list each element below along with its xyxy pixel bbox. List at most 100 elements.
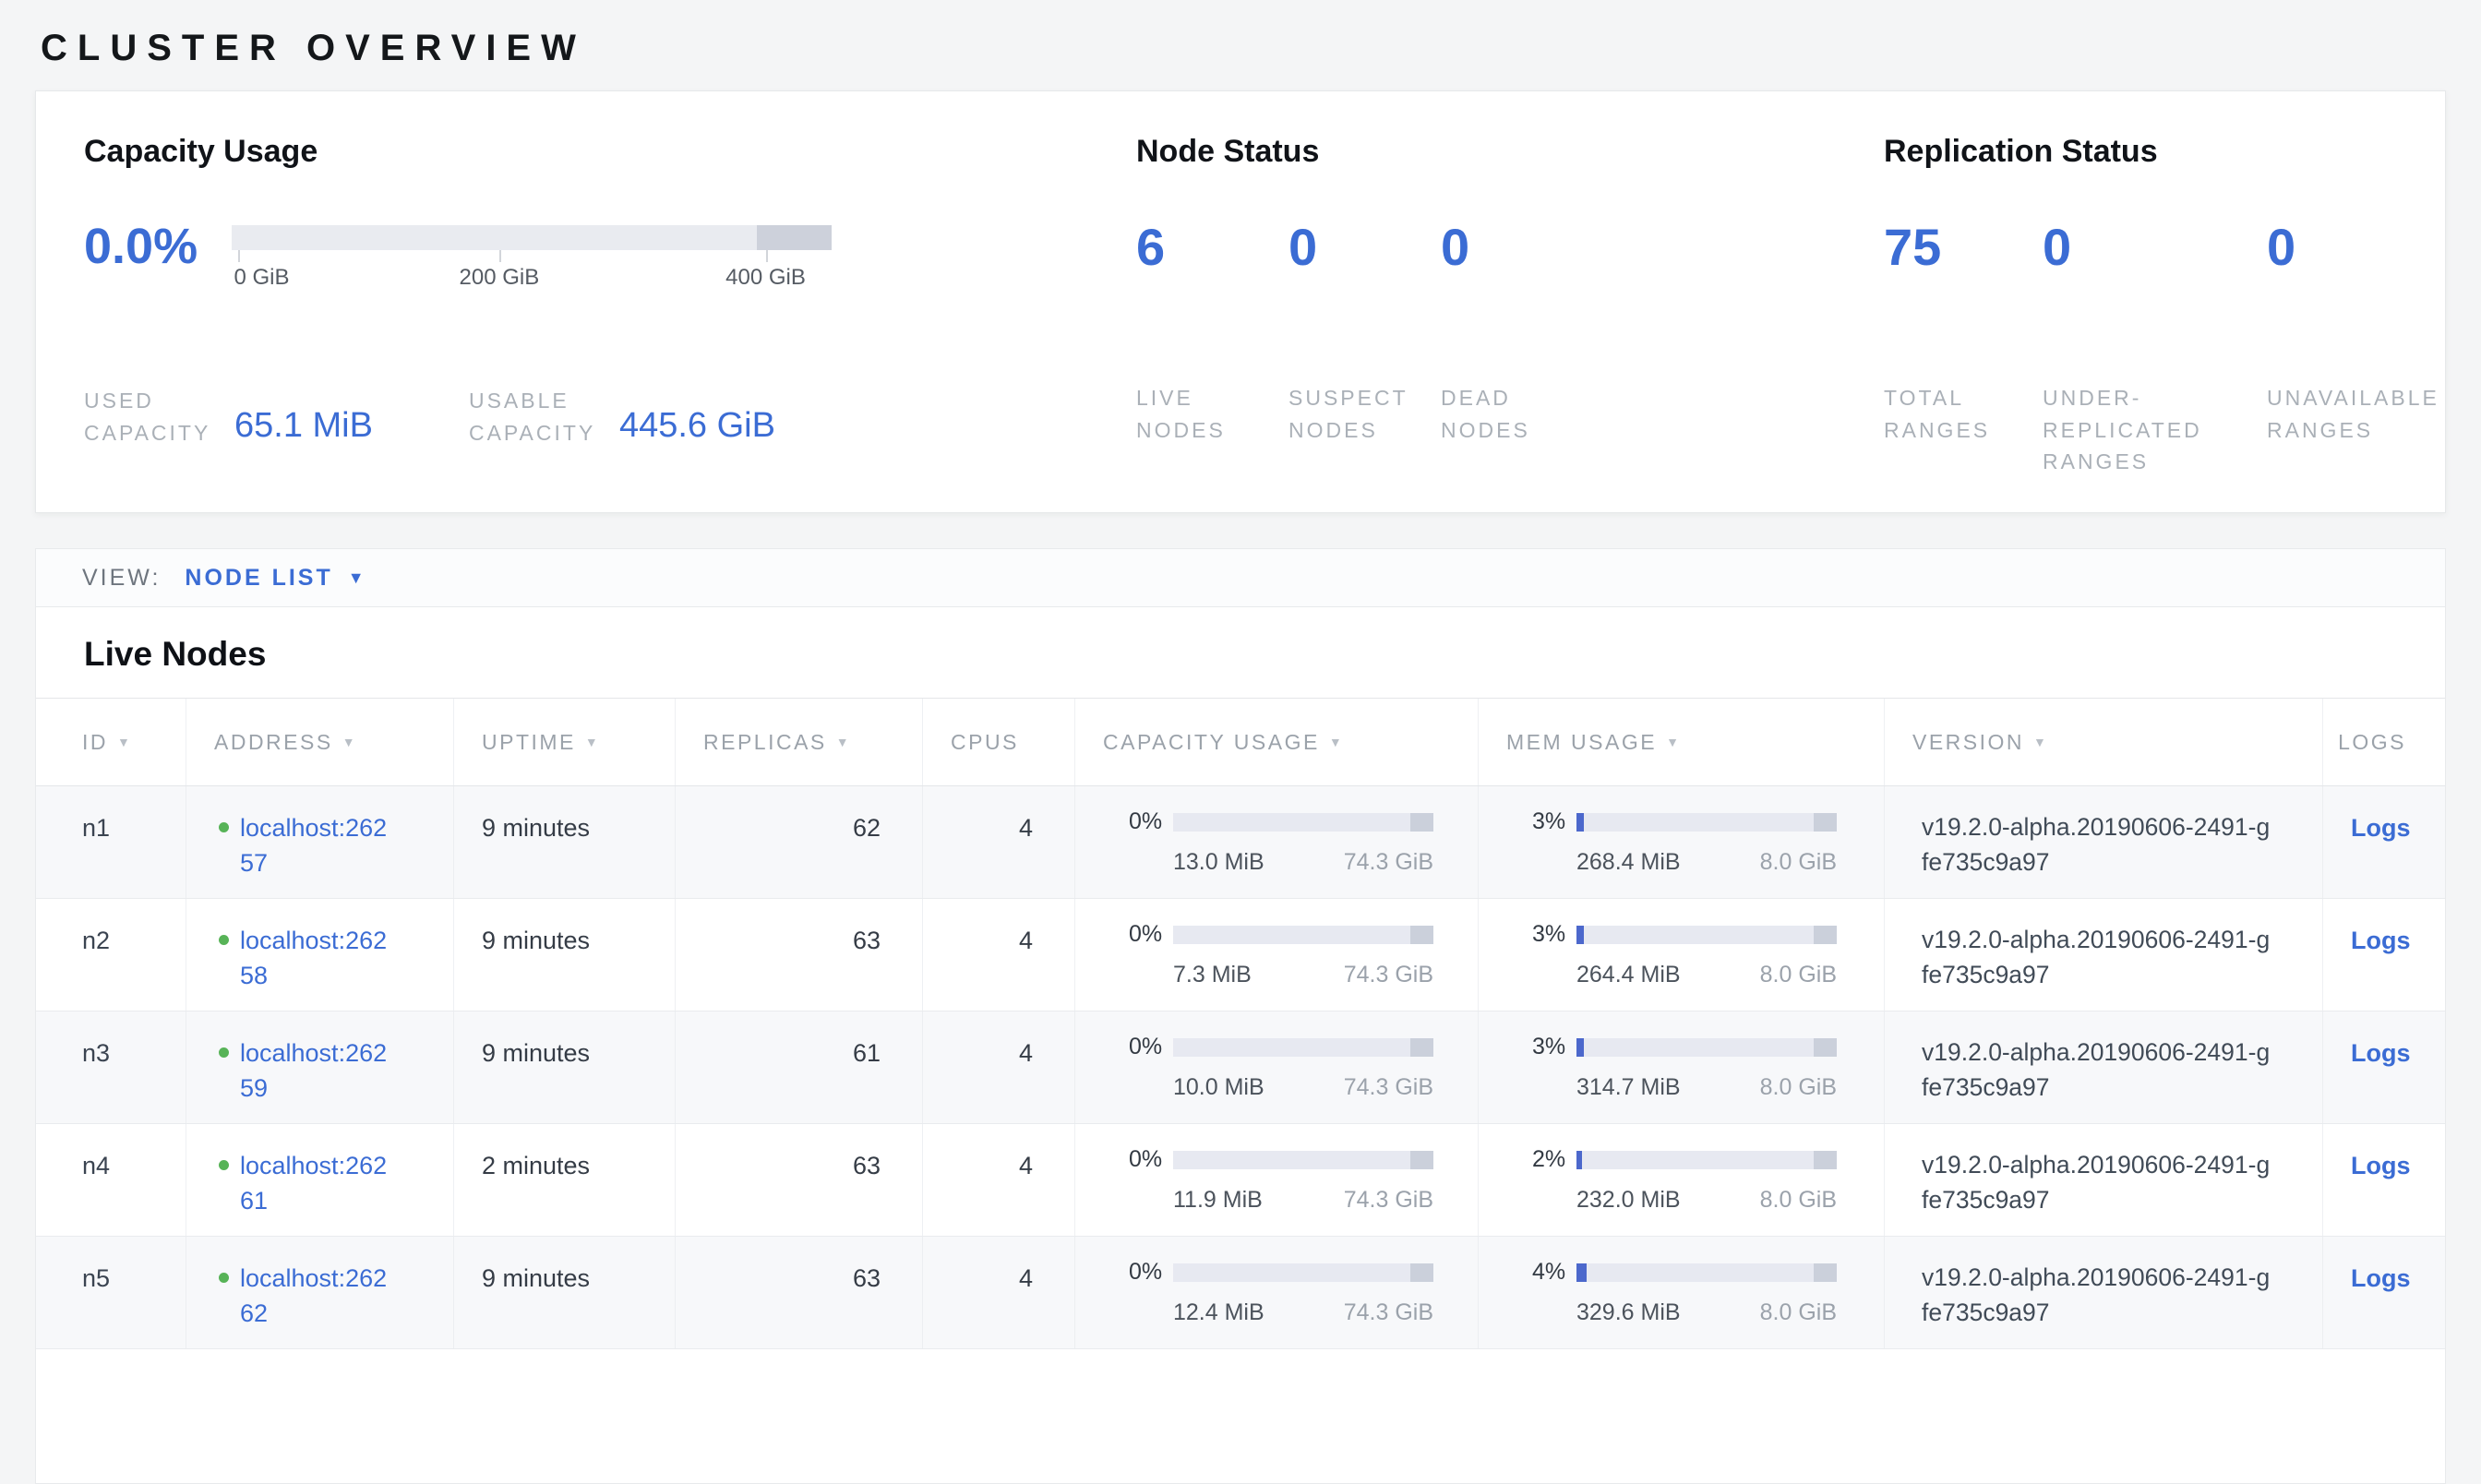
version-text: v19.2.0-alpha.20190606-2491-gfe735c9a97	[1922, 1261, 2271, 1330]
logs-link[interactable]: Logs	[2351, 1039, 2411, 1067]
logs-link[interactable]: Logs	[2351, 814, 2411, 842]
memory-usage-percent: 3%	[1532, 1034, 1576, 1060]
node-address-link[interactable]: localhost:26257	[240, 810, 395, 881]
live-status-icon	[219, 935, 229, 945]
column-header-replicas[interactable]: REPLICAS▼	[675, 699, 922, 785]
sort-caret-icon: ▼	[585, 735, 600, 749]
column-header-id[interactable]: ID▼	[36, 699, 186, 785]
bar-end-segment	[1410, 1263, 1433, 1282]
node-address-link[interactable]: localhost:26262	[240, 1261, 395, 1332]
version-text: v19.2.0-alpha.20190606-2491-gfe735c9a97	[1922, 1035, 2271, 1105]
node-address-link[interactable]: localhost:26261	[240, 1148, 395, 1219]
memory-used-value: 264.4 MiB	[1576, 962, 1681, 988]
capacity-usage-values: 12.4 MiB 74.3 GiB	[1173, 1299, 1433, 1326]
memory-total-value: 8.0 GiB	[1760, 962, 1837, 988]
memory-usage-cell: 3%264.4 MiB 8.0 GiB	[1478, 899, 1884, 1011]
bar-end-segment	[1814, 1263, 1837, 1282]
capacity-usage-percent: 0%	[1129, 921, 1173, 948]
version-text: v19.2.0-alpha.20190606-2491-gfe735c9a97	[1922, 810, 2271, 880]
column-header-uptime[interactable]: UPTIME ▼	[453, 699, 675, 785]
bar-end-segment	[1814, 1038, 1837, 1057]
cluster-summary-card: Capacity Usage 0.0% 0 GiB200 GiB400 GiB …	[35, 90, 2446, 513]
column-header-version[interactable]: VERSION▼	[1884, 699, 2322, 785]
table-row-partial	[36, 1349, 2445, 1386]
capacity-total-value: 74.3 GiB	[1344, 1299, 1433, 1326]
memory-usage-values: 232.0 MiB8.0 GiB	[1576, 1187, 1837, 1214]
memory-total-value: 8.0 GiB	[1760, 849, 1837, 876]
memory-usage-cell: 3%314.7 MiB8.0 GiB	[1478, 1011, 1884, 1123]
memory-usage-cell: 2%232.0 MiB8.0 GiB	[1478, 1124, 1884, 1236]
logs-link[interactable]: Logs	[2351, 927, 2411, 954]
capacity-usage-top: 0%	[1129, 808, 1459, 835]
logs-cell: Logs	[2322, 1124, 2445, 1236]
replication-stat: 0UNAVAILABLE RANGES	[2267, 221, 2445, 478]
sort-caret-icon: ▼	[342, 735, 357, 749]
memory-usage-cell: 4%329.6 MiB8.0 GiB	[1478, 1237, 1884, 1348]
column-header-capacity-usage[interactable]: CAPACITY USAGE▼	[1074, 699, 1478, 785]
column-header-label: CPUS	[951, 730, 1019, 755]
capacity-used-value: 12.4 MiB	[1173, 1299, 1264, 1326]
column-header-address[interactable]: ADDRESS▼	[186, 699, 453, 785]
capacity-usage-percent: 0%	[1129, 1146, 1173, 1173]
capacity-used-value: 7.3 MiB	[1173, 962, 1252, 988]
uptime-cell: 9 minutes	[453, 1011, 675, 1123]
capacity-usage-cell: 0%12.4 MiB 74.3 GiB	[1074, 1237, 1478, 1348]
memory-usage-bar	[1576, 926, 1837, 944]
capacity-stat-value: 65.1 MiB	[234, 407, 373, 449]
uptime-cell: 9 minutes	[453, 899, 675, 1011]
live-status-icon	[219, 1160, 229, 1170]
memory-total-value: 8.0 GiB	[1760, 1299, 1837, 1326]
replication-stat-value: 0	[2267, 221, 2445, 273]
column-header-cpus: CPUS	[922, 699, 1074, 785]
memory-used-value: 268.4 MiB	[1576, 849, 1681, 876]
logs-cell: Logs	[2322, 786, 2445, 898]
column-header-mem-usage[interactable]: MEM USAGE▼	[1478, 699, 1884, 785]
bar-end-segment	[1410, 926, 1433, 944]
page-title: CLUSTER OVERVIEW	[35, 0, 2446, 90]
replication-status-section: Replication Status 75TOTAL RANGES0UNDER-…	[1884, 134, 2445, 512]
uptime-cell: 9 minutes	[453, 786, 675, 898]
live-status-icon	[219, 1047, 229, 1058]
capacity-usage-bar	[1173, 1263, 1433, 1282]
node-id-cell: n3	[36, 1011, 186, 1123]
capacity-usage-top: 0%	[1129, 921, 1459, 948]
memory-usage-fill	[1576, 926, 1584, 944]
capacity-stat-label: USABLE CAPACITY	[469, 385, 619, 449]
node-address-link[interactable]: localhost:26258	[240, 923, 395, 994]
memory-usage-values: 329.6 MiB8.0 GiB	[1576, 1299, 1837, 1326]
memory-usage-values: 268.4 MiB 8.0 GiB	[1576, 849, 1837, 876]
logs-link[interactable]: Logs	[2351, 1264, 2411, 1292]
version-cell: v19.2.0-alpha.20190606-2491-gfe735c9a97	[1884, 1011, 2322, 1123]
table-row: n5localhost:262629 minutes6340%12.4 MiB7…	[36, 1237, 2445, 1349]
replicas-cell: 63	[675, 899, 922, 1011]
capacity-used-value: 13.0 MiB	[1173, 849, 1264, 876]
version-cell: v19.2.0-alpha.20190606-2491-gfe735c9a97	[1884, 899, 2322, 1011]
capacity-usage-section: Capacity Usage 0.0% 0 GiB200 GiB400 GiB …	[84, 134, 1136, 512]
capacity-total-value: 74.3 GiB	[1344, 849, 1433, 876]
live-nodes-title: Live Nodes	[36, 607, 2445, 698]
view-bar: VIEW: NODE LIST ▼	[35, 548, 2446, 607]
replication-stat-label: UNDER-REPLICATED RANGES	[2043, 382, 2241, 478]
capacity-usage-percent: 0%	[1129, 1259, 1173, 1286]
memory-usage-percent: 4%	[1532, 1259, 1576, 1286]
view-selector-dropdown[interactable]: NODE LIST ▼	[185, 565, 364, 592]
capacity-usage-cell: 0% 13.0 MiB 74.3 GiB	[1074, 786, 1478, 898]
column-header-label: UPTIME	[482, 730, 576, 755]
bar-end-segment	[1410, 1151, 1433, 1169]
capacity-percent-value: 0.0%	[84, 221, 232, 293]
capacity-usage-top: 0%	[1129, 1146, 1459, 1173]
logs-cell: Logs	[2322, 899, 2445, 1011]
memory-usage-percent: 3%	[1532, 921, 1576, 948]
node-address-cell: localhost:26258	[186, 899, 453, 1011]
gauge-tick	[499, 250, 501, 262]
logs-link[interactable]: Logs	[2351, 1152, 2411, 1179]
version-text: v19.2.0-alpha.20190606-2491-gfe735c9a97	[1922, 923, 2271, 992]
capacity-usage-bar	[1173, 1038, 1433, 1057]
node-address-link[interactable]: localhost:26259	[240, 1035, 395, 1107]
table-row: n3localhost:262599 minutes6140%10.0 MiB7…	[36, 1011, 2445, 1124]
node-address-cell: localhost:26262	[186, 1237, 453, 1348]
memory-usage-fill	[1576, 1151, 1582, 1169]
memory-usage-fill	[1576, 813, 1584, 832]
live-nodes-table: ID▼ADDRESS▼ UPTIME ▼ REPLICAS▼ CPUS CAPACITY …	[36, 698, 2445, 1386]
column-header-label: LOGS	[2338, 730, 2406, 755]
